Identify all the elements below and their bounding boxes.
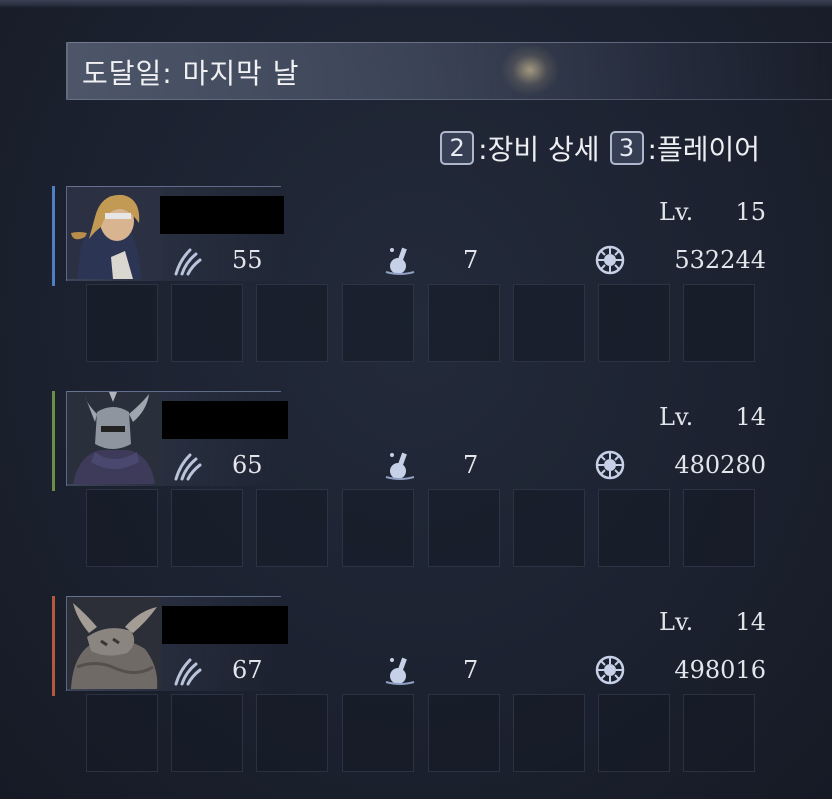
player-hint[interactable]: :플레이어 xyxy=(648,128,760,168)
equipment-slot[interactable] xyxy=(513,284,585,362)
level-value: 15 xyxy=(735,198,766,226)
stat1-value: 67 xyxy=(232,656,263,684)
stat2-value: 7 xyxy=(463,451,479,479)
rune-sun-icon xyxy=(595,450,625,480)
equipment-slot[interactable] xyxy=(342,284,414,362)
equipment-slot[interactable] xyxy=(513,489,585,567)
hooded-woman-portrait xyxy=(67,187,161,279)
equipment-slot[interactable] xyxy=(428,489,500,567)
stat3-value: 532244 xyxy=(674,246,766,274)
level-value: 14 xyxy=(735,403,766,431)
stat2-value: 7 xyxy=(463,246,479,274)
equipment-detail-hint[interactable]: :장비 상세 xyxy=(478,128,599,168)
level-label: Lv. xyxy=(659,608,694,636)
player-name-redacted xyxy=(162,606,288,644)
key-2-badge[interactable]: 2 xyxy=(440,131,475,165)
stat3-value: 498016 xyxy=(674,656,766,684)
equipment-slot[interactable] xyxy=(342,489,414,567)
stat1-value: 55 xyxy=(232,246,263,274)
player-card-3[interactable]: Lv. 14 67 7 498016 xyxy=(0,596,832,786)
equipment-slots xyxy=(86,489,756,569)
equipment-slot[interactable] xyxy=(171,694,243,772)
page-title: 도달일: 마지막 날 xyxy=(82,57,300,90)
equipment-slot[interactable] xyxy=(86,489,158,567)
equipment-slot[interactable] xyxy=(513,694,585,772)
player-accent-bar xyxy=(52,186,55,286)
equipment-slot[interactable] xyxy=(256,694,328,772)
equipment-slot[interactable] xyxy=(683,694,755,772)
equipment-slot[interactable] xyxy=(256,284,328,362)
level-value: 14 xyxy=(735,608,766,636)
equipment-slots xyxy=(86,694,756,774)
stat2-value: 7 xyxy=(463,656,479,684)
equipment-slot[interactable] xyxy=(342,694,414,772)
stat1-value: 65 xyxy=(232,451,263,479)
player-accent-bar xyxy=(52,596,55,696)
equipment-slot[interactable] xyxy=(598,694,670,772)
player-name-redacted xyxy=(160,196,284,234)
claw-marks-icon xyxy=(174,453,202,481)
claw-marks-icon xyxy=(174,248,202,276)
player-card-1[interactable]: Lv. 15 55 7 532244 xyxy=(0,186,832,376)
stat3-value: 480280 xyxy=(674,451,766,479)
level-label: Lv. xyxy=(659,403,694,431)
level-label: Lv. xyxy=(659,198,694,226)
equipment-slots xyxy=(86,284,756,364)
equipment-slot[interactable] xyxy=(86,284,158,362)
equipment-slot[interactable] xyxy=(428,694,500,772)
rune-sun-icon xyxy=(595,655,625,685)
equipment-slot[interactable] xyxy=(86,694,158,772)
equipment-slot[interactable] xyxy=(598,284,670,362)
equipment-slot[interactable] xyxy=(428,284,500,362)
player-name-redacted xyxy=(162,401,288,439)
winged-helm-knight-portrait xyxy=(67,392,161,484)
title-light-glow xyxy=(500,44,560,96)
equipment-slot[interactable] xyxy=(171,284,243,362)
horned-beast-portrait xyxy=(67,597,161,689)
equipment-slot[interactable] xyxy=(683,489,755,567)
flask-icon xyxy=(385,452,415,480)
rune-sun-icon xyxy=(595,245,625,275)
key-hints: 2 :장비 상세 3 :플레이어 xyxy=(440,128,766,168)
equipment-slot[interactable] xyxy=(256,489,328,567)
equipment-slot[interactable] xyxy=(683,284,755,362)
equipment-slot[interactable] xyxy=(171,489,243,567)
claw-marks-icon xyxy=(174,658,202,686)
flask-icon xyxy=(385,657,415,685)
player-card-2[interactable]: Lv. 14 65 7 480280 xyxy=(0,391,832,581)
window-frame-top xyxy=(0,0,832,8)
player-accent-bar xyxy=(52,391,55,491)
key-3-badge[interactable]: 3 xyxy=(609,131,644,165)
equipment-slot[interactable] xyxy=(598,489,670,567)
flask-icon xyxy=(385,247,415,275)
